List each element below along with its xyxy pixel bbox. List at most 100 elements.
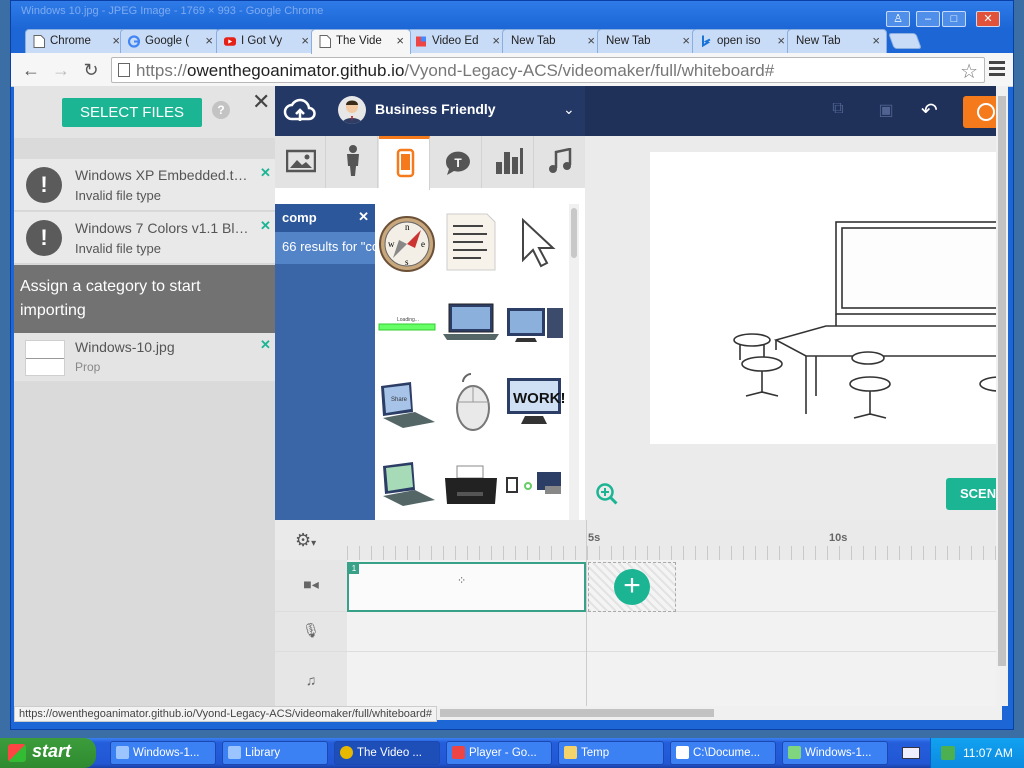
document-asset[interactable] — [441, 212, 501, 272]
start-label: start — [32, 741, 72, 761]
tab-bing[interactable]: open iso × — [692, 29, 792, 53]
url-text[interactable]: https://owenthegoanimator.github.io/Vyon… — [136, 61, 774, 81]
browser-toolbar: ← → ↻ https://owenthegoanimator.github.i… — [11, 53, 1013, 87]
tab-text[interactable]: T — [431, 136, 482, 188]
clear-search-icon[interactable]: ✕ — [358, 209, 369, 225]
minimize-button[interactable]: – — [916, 11, 940, 27]
loading-bar-asset[interactable]: Loading... — [377, 294, 437, 354]
printer-asset[interactable] — [441, 452, 501, 512]
mouse-asset[interactable] — [441, 372, 501, 432]
theme-name[interactable]: Business Friendly — [375, 101, 496, 117]
tab-new-tab[interactable]: New Tab × — [502, 29, 602, 53]
tab-close-icon[interactable]: × — [872, 30, 880, 52]
taskbar-item[interactable]: Windows-1... — [110, 741, 216, 765]
tab-close-icon[interactable]: × — [396, 30, 404, 52]
maximize-button[interactable]: □ — [942, 11, 966, 27]
tab-close-icon[interactable]: × — [301, 30, 309, 52]
work-monitor-asset[interactable]: WORK! — [505, 372, 565, 432]
tab-google[interactable]: Google ( × — [120, 29, 220, 53]
page-icon — [118, 63, 130, 77]
tab-close-icon[interactable]: × — [112, 30, 120, 52]
tab-new-tab[interactable]: New Tab × — [787, 29, 887, 53]
tab-image[interactable] — [275, 136, 326, 188]
page-icon — [319, 35, 331, 48]
tab-close-icon[interactable]: × — [492, 30, 500, 52]
address-bar[interactable]: https://owenthegoanimator.github.io/Vyon… — [111, 57, 985, 83]
close-icon[interactable]: ✕ — [252, 89, 270, 115]
zoom-in-icon[interactable] — [595, 482, 619, 506]
tab-close-icon[interactable]: × — [205, 30, 213, 52]
devices-asset[interactable] — [505, 452, 565, 512]
page-viewport: SELECT FILES ? ✕ ! Windows XP Embedded.t… — [14, 86, 1006, 706]
forward-icon[interactable]: → — [49, 59, 73, 81]
taskbar-item[interactable]: Temp — [558, 741, 664, 765]
tab-video-maker[interactable]: The Vide × — [311, 29, 411, 54]
back-icon[interactable]: ← — [19, 59, 43, 81]
loading-spinner-icon: ⁘ — [457, 575, 467, 587]
taskbar-item[interactable]: Library — [222, 741, 328, 765]
asset-grid: ns we Loading... Share WORK! — [375, 204, 569, 520]
7zip-icon — [676, 746, 689, 759]
scene-canvas[interactable] — [650, 152, 1006, 444]
theme-avatar[interactable] — [338, 96, 366, 124]
new-tab-button[interactable] — [888, 33, 922, 49]
import-file-item[interactable]: Windows-10.jpg Prop ✕ — [14, 333, 275, 381]
tab-chart[interactable] — [483, 136, 534, 188]
keyboard-icon[interactable] — [902, 747, 920, 759]
asset-scrollbar[interactable] — [569, 204, 579, 520]
tab-youtube[interactable]: I Got Vy × — [216, 29, 316, 53]
status-bar-url: https://owenthegoanimator.github.io/Vyon… — [14, 706, 437, 722]
taskbar-item[interactable]: Player - Go... — [446, 741, 552, 765]
desktop-computer-asset[interactable] — [505, 294, 565, 354]
tab-close-icon[interactable]: × — [587, 30, 595, 52]
clock[interactable]: 11:07 AM — [963, 746, 1013, 760]
laptop-share-asset[interactable]: Share — [377, 372, 437, 432]
tab-new-tab[interactable]: New Tab × — [597, 29, 697, 53]
paste-icon[interactable]: ▣ — [875, 100, 897, 122]
close-button[interactable]: ✕ — [976, 11, 1000, 27]
tab-prop[interactable] — [379, 136, 430, 190]
tab-close-icon[interactable]: × — [777, 30, 785, 52]
file-category[interactable]: Prop — [75, 360, 100, 374]
copy-icon[interactable]: ⧉ — [827, 100, 849, 122]
image-icon — [286, 149, 316, 173]
audio-track: ♫ — [275, 652, 1006, 706]
profile-icon[interactable]: ♙ — [886, 11, 910, 27]
header-actions: ⧉ ▣ ↶ — [585, 86, 1006, 136]
start-button[interactable]: start — [0, 738, 96, 768]
laptop-asset[interactable] — [441, 292, 501, 352]
search-query[interactable]: comp ✕ — [275, 204, 375, 232]
video-track-label: ■◂ — [275, 560, 347, 611]
remove-file-icon[interactable]: ✕ — [260, 337, 271, 353]
taskbar-item[interactable]: C:\Docume... — [670, 741, 776, 765]
gear-icon[interactable]: ⚙▾ — [295, 530, 316, 551]
tab-close-icon[interactable]: × — [682, 30, 690, 52]
menu-icon[interactable] — [989, 61, 1005, 77]
upload-cloud-icon[interactable] — [283, 94, 317, 128]
tab-character[interactable] — [327, 136, 378, 188]
reload-icon[interactable]: ↻ — [79, 59, 103, 81]
network-icon[interactable] — [941, 746, 955, 760]
help-icon[interactable]: ? — [212, 101, 230, 119]
tab-label: Video Ed — [432, 35, 479, 47]
compass-asset[interactable]: n s w e — [377, 214, 437, 274]
chevron-down-icon[interactable]: ⌄ — [563, 101, 575, 118]
tab-label: New Tab — [796, 35, 841, 47]
puzzle-icon — [416, 36, 426, 47]
scene-thumbnail[interactable]: 1 ⁘ — [347, 562, 586, 612]
cursor-asset[interactable] — [505, 214, 565, 274]
tab-chrome[interactable]: Chrome × — [25, 29, 127, 53]
add-scene-button[interactable]: + — [588, 562, 676, 612]
page-scrollbar[interactable] — [996, 86, 1008, 706]
studio-header: Business Friendly ⌄ ⧉ ▣ ↶ — [275, 86, 1006, 136]
select-files-button[interactable]: SELECT FILES — [62, 98, 202, 127]
undo-icon[interactable]: ↶ — [921, 98, 938, 123]
taskbar-item[interactable]: Windows-1... — [782, 741, 888, 765]
remove-file-icon[interactable]: ✕ — [260, 218, 271, 234]
tab-sound[interactable] — [535, 136, 586, 188]
tab-video-editor[interactable]: Video Ed × — [407, 29, 507, 53]
taskbar-item[interactable]: The Video ... — [334, 741, 440, 765]
bookmark-star-icon[interactable]: ☆ — [960, 59, 978, 84]
laptop-asset[interactable] — [377, 452, 437, 512]
remove-file-icon[interactable]: ✕ — [260, 165, 271, 181]
